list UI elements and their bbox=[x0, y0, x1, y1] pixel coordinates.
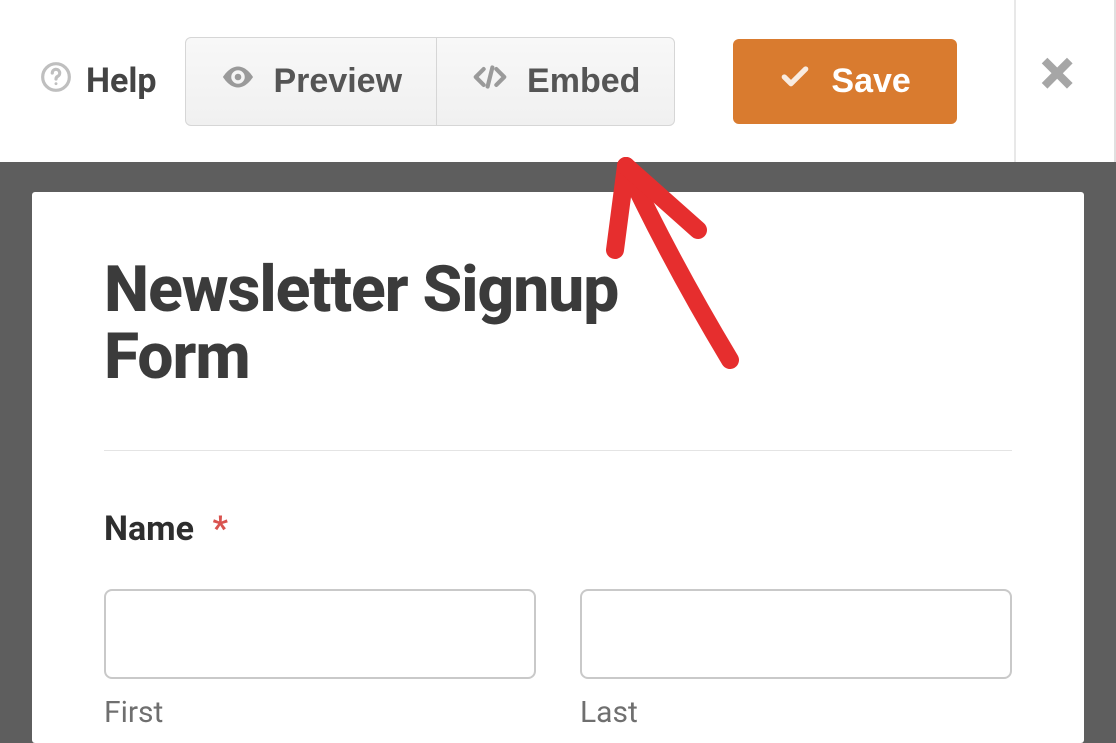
help-button[interactable]: Help bbox=[40, 61, 157, 102]
name-field-label: Name * bbox=[104, 509, 1012, 549]
toolbar: Help Preview Embed bbox=[0, 0, 1116, 162]
embed-label: Embed bbox=[527, 62, 640, 101]
save-label: Save bbox=[831, 62, 910, 101]
code-icon bbox=[471, 58, 509, 105]
last-name-input[interactable] bbox=[580, 589, 1012, 679]
embed-button[interactable]: Embed bbox=[437, 38, 674, 125]
divider bbox=[104, 450, 1012, 451]
close-button[interactable] bbox=[1036, 52, 1084, 104]
name-row: First Last bbox=[104, 589, 1012, 730]
last-name-column: Last bbox=[580, 589, 1012, 730]
preview-label: Preview bbox=[274, 62, 403, 101]
save-button[interactable]: Save bbox=[733, 39, 956, 124]
toolbar-divider bbox=[1014, 0, 1016, 162]
preview-button[interactable]: Preview bbox=[186, 38, 438, 125]
first-sublabel: First bbox=[104, 695, 536, 730]
form-title: Newsletter Signup Form bbox=[104, 256, 764, 390]
last-sublabel: Last bbox=[580, 695, 1012, 730]
check-icon bbox=[779, 61, 811, 102]
close-icon bbox=[1036, 85, 1084, 104]
first-name-column: First bbox=[104, 589, 536, 730]
form-panel: Newsletter Signup Form Name * First Last bbox=[32, 192, 1084, 743]
help-label: Help bbox=[86, 61, 157, 101]
required-marker: * bbox=[212, 509, 227, 549]
canvas: Newsletter Signup Form Name * First Last bbox=[0, 162, 1116, 743]
eye-icon bbox=[220, 59, 256, 104]
button-group: Preview Embed bbox=[185, 37, 676, 126]
help-icon bbox=[40, 61, 72, 102]
name-label-text: Name bbox=[104, 509, 194, 549]
first-name-input[interactable] bbox=[104, 589, 536, 679]
